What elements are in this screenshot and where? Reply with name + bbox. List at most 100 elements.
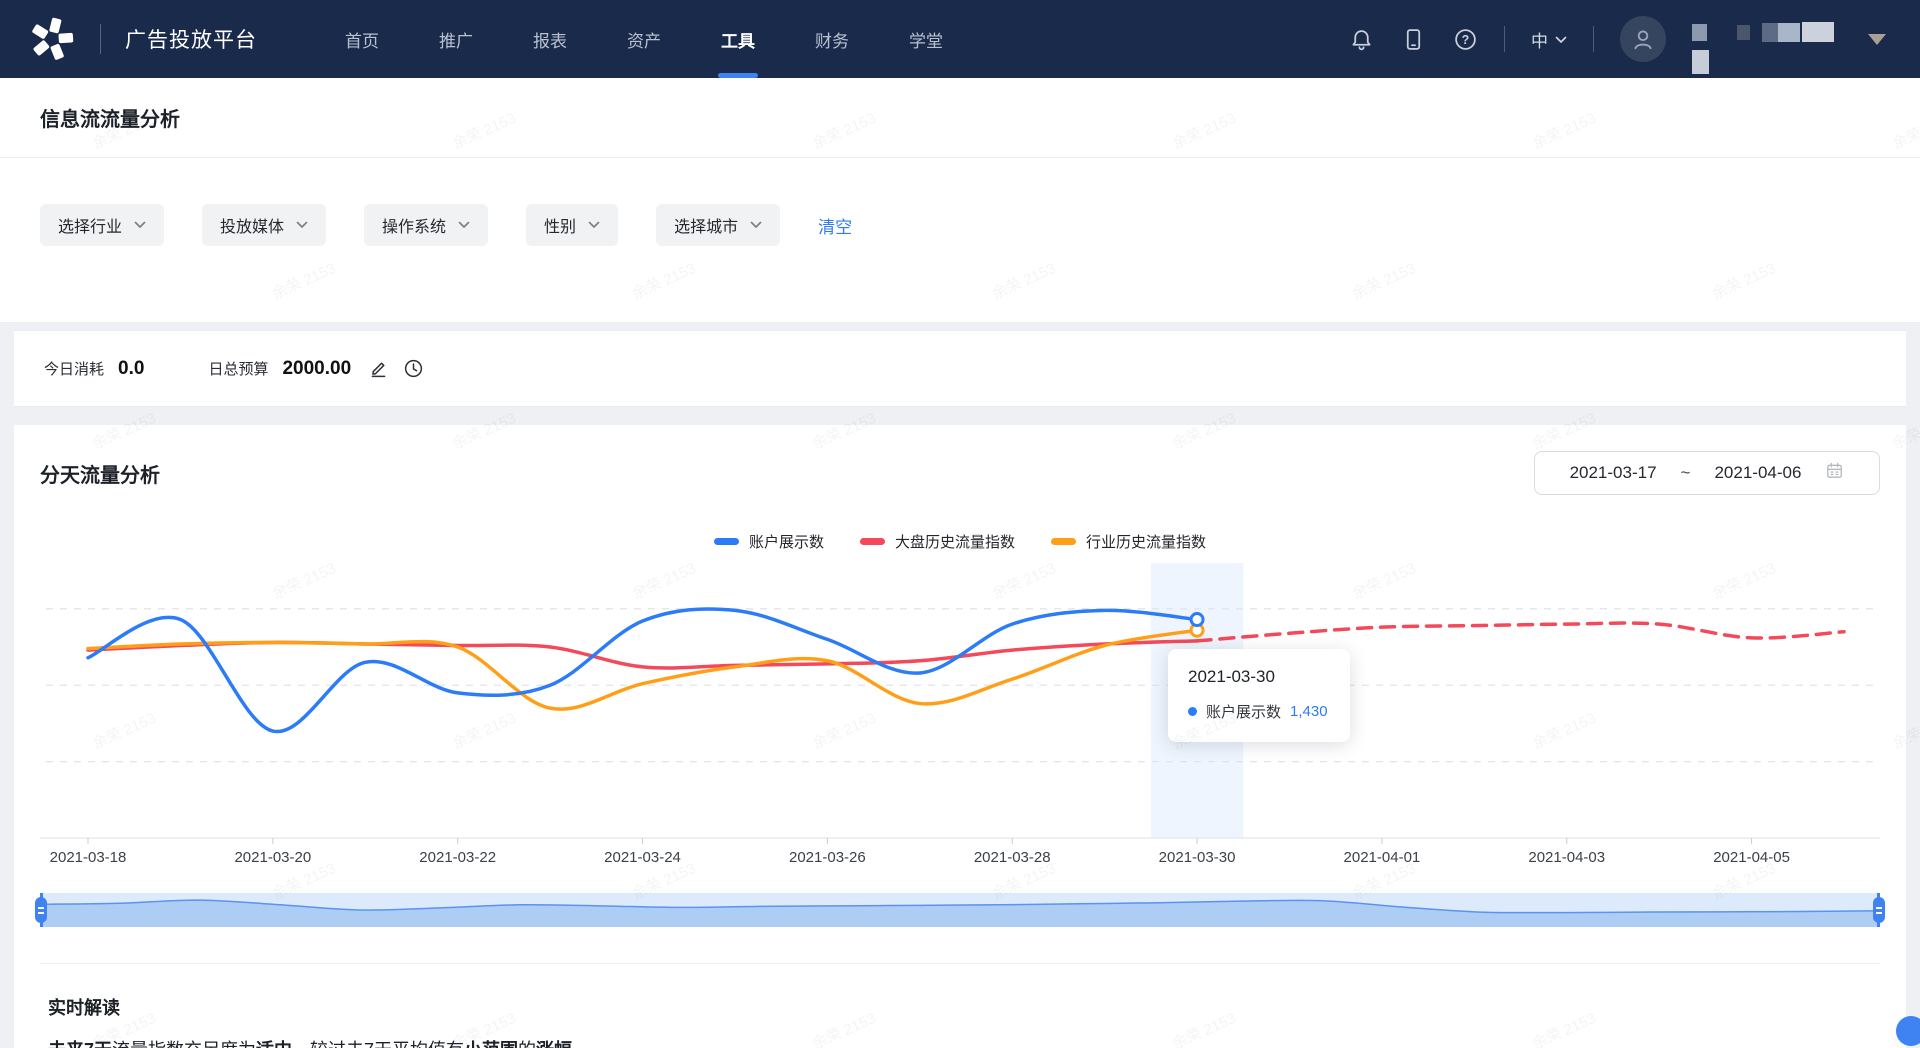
nav-tab-5[interactable]: 工具 bbox=[691, 0, 785, 78]
brush-left-handle[interactable] bbox=[35, 897, 47, 923]
brand-divider bbox=[100, 24, 101, 54]
series-line-0 bbox=[88, 609, 1197, 732]
legend-item-3[interactable]: 行业历史流量指数 bbox=[1051, 531, 1206, 552]
daily-budget-stat: 日总预算 2000.00 bbox=[208, 358, 424, 380]
help-icon[interactable]: ? bbox=[1452, 26, 1478, 52]
daily-budget-label: 日总预算 bbox=[208, 358, 268, 379]
series-forecast-dashed-1 bbox=[1197, 623, 1844, 641]
brush-area bbox=[40, 900, 1880, 927]
redacted-text-block bbox=[1762, 23, 1778, 42]
filter-label: 性别 bbox=[544, 213, 576, 237]
insight-segment: ，较过去7天平均值有 bbox=[292, 1040, 464, 1048]
insight-text: 未来7天流量指数充足度为适中，较过去7天平均值有小范围的涨幅。 bbox=[48, 1038, 1872, 1048]
nav-tab-1[interactable]: 首页 bbox=[315, 0, 409, 78]
chevron-down-icon bbox=[296, 216, 308, 234]
edit-pencil-icon[interactable] bbox=[367, 358, 389, 380]
insight-segment: 小范围 bbox=[464, 1040, 518, 1048]
series-dot-icon bbox=[1188, 707, 1197, 716]
redacted-text-block bbox=[1737, 25, 1750, 40]
filter-label: 选择城市 bbox=[674, 213, 738, 237]
x-axis-label: 2021-03-20 bbox=[234, 849, 311, 866]
chart-title: 分天流量分析 bbox=[40, 459, 160, 488]
filter-label: 选择行业 bbox=[58, 213, 122, 237]
x-axis-label: 2021-04-03 bbox=[1528, 849, 1605, 866]
header-right: ? 中 bbox=[1348, 16, 1886, 62]
realtime-insight-section: 实时解读 未来7天流量指数充足度为适中，较过去7天平均值有小范围的涨幅。 bbox=[40, 963, 1880, 1048]
x-axis-label: 2021-03-24 bbox=[604, 849, 681, 866]
tooltip-value: 1,430 bbox=[1290, 703, 1328, 720]
date-range-start: 2021-03-17 bbox=[1570, 463, 1657, 483]
legend-label: 账户展示数 bbox=[749, 531, 824, 552]
brush-right-handle[interactable] bbox=[1873, 897, 1885, 923]
filter-dropdown-2[interactable]: 投放媒体 bbox=[202, 204, 326, 246]
x-axis-label: 2021-03-26 bbox=[789, 849, 866, 866]
date-range-end: 2021-04-06 bbox=[1714, 463, 1801, 483]
x-axis-label: 2021-03-30 bbox=[1159, 849, 1236, 866]
insight-segment: 的 bbox=[518, 1040, 536, 1048]
bell-icon[interactable] bbox=[1348, 26, 1374, 52]
line-chart: 2021-03-30 账户展示数 1,430 bbox=[40, 563, 1880, 841]
x-axis-label: 2021-03-18 bbox=[50, 849, 127, 866]
insight-segment: 流量指数充足度为 bbox=[112, 1040, 256, 1048]
end-point-marker bbox=[1191, 614, 1203, 626]
brand-logo-icon[interactable] bbox=[28, 15, 76, 63]
series-line-2 bbox=[88, 630, 1197, 709]
mobile-app-icon[interactable] bbox=[1400, 26, 1426, 52]
chevron-down-icon bbox=[1555, 29, 1567, 49]
filter-dropdown-4[interactable]: 性别 bbox=[526, 204, 618, 246]
legend-item-1[interactable]: 账户展示数 bbox=[714, 531, 824, 552]
chevron-down-icon bbox=[134, 216, 146, 234]
daily-budget-value: 2000.00 bbox=[282, 358, 351, 380]
chevron-down-icon bbox=[750, 216, 762, 234]
insight-segment: 适中 bbox=[256, 1040, 292, 1048]
redacted-text-block bbox=[1692, 50, 1709, 74]
user-menu-caret-icon[interactable] bbox=[1868, 34, 1886, 54]
nav-tab-4[interactable]: 资产 bbox=[597, 0, 691, 78]
insight-segment: 涨幅 bbox=[536, 1040, 572, 1048]
redacted-username bbox=[1692, 16, 1842, 62]
clock-schedule-icon[interactable] bbox=[402, 358, 424, 380]
tooltip-series-name: 账户展示数 bbox=[1206, 701, 1281, 722]
filter-dropdown-3[interactable]: 操作系统 bbox=[364, 204, 488, 246]
filter-label: 操作系统 bbox=[382, 213, 446, 237]
date-range-picker[interactable]: 2021-03-17 ~ 2021-04-06 bbox=[1534, 451, 1880, 495]
legend-label: 行业历史流量指数 bbox=[1086, 531, 1206, 552]
legend-marker-icon bbox=[1051, 538, 1076, 545]
daily-traffic-card: 分天流量分析 2021-03-17 ~ 2021-04-06 账户展示数 大盘历史… bbox=[14, 425, 1906, 1048]
series-line-1 bbox=[88, 641, 1197, 668]
floating-action-button[interactable] bbox=[1896, 1016, 1920, 1046]
x-axis-label: 2021-03-28 bbox=[974, 849, 1051, 866]
insight-segment: 未来7天 bbox=[48, 1040, 112, 1048]
chevron-down-icon bbox=[588, 216, 600, 234]
filter-dropdown-1[interactable]: 选择行业 bbox=[40, 204, 164, 246]
legend-marker-icon bbox=[860, 538, 885, 545]
chart-header: 分天流量分析 2021-03-17 ~ 2021-04-06 bbox=[40, 451, 1880, 495]
clear-filters-link[interactable]: 清空 bbox=[818, 213, 852, 238]
filter-dropdown-5[interactable]: 选择城市 bbox=[656, 204, 780, 246]
filter-bar: 选择行业 投放媒体 操作系统 性别 选择城市 清空 bbox=[0, 158, 1920, 322]
nav-tab-7[interactable]: 学堂 bbox=[879, 0, 973, 78]
brand-title: 广告投放平台 bbox=[125, 24, 257, 54]
page-title: 信息流流量分析 bbox=[40, 103, 180, 132]
header-divider-1 bbox=[1504, 26, 1505, 52]
tooltip-row: 账户展示数 1,430 bbox=[1188, 701, 1328, 722]
filter-label: 投放媒体 bbox=[220, 213, 284, 237]
chevron-down-icon bbox=[458, 216, 470, 234]
nav-tab-2[interactable]: 推广 bbox=[409, 0, 503, 78]
chart-legend: 账户展示数 大盘历史流量指数 行业历史流量指数 bbox=[40, 531, 1880, 551]
redacted-text-block bbox=[1778, 23, 1800, 42]
tooltip-date: 2021-03-30 bbox=[1188, 667, 1328, 687]
insight-segment: 。 bbox=[572, 1040, 590, 1048]
page-title-bar: 信息流流量分析 bbox=[0, 78, 1920, 158]
language-switcher[interactable]: 中 bbox=[1531, 27, 1567, 52]
time-range-brush[interactable] bbox=[40, 893, 1880, 927]
nav-tab-6[interactable]: 财务 bbox=[785, 0, 879, 78]
user-avatar[interactable] bbox=[1620, 16, 1666, 62]
x-axis-labels: 2021-03-182021-03-202021-03-222021-03-24… bbox=[40, 843, 1880, 869]
budget-stats-card: 今日消耗 0.0 日总预算 2000.00 bbox=[14, 330, 1906, 407]
redacted-text-block bbox=[1802, 22, 1834, 42]
nav-tab-3[interactable]: 报表 bbox=[503, 0, 597, 78]
main-nav: 首页推广报表资产工具财务学堂 bbox=[315, 0, 973, 78]
legend-item-2[interactable]: 大盘历史流量指数 bbox=[860, 531, 1015, 552]
language-label: 中 bbox=[1531, 27, 1548, 52]
